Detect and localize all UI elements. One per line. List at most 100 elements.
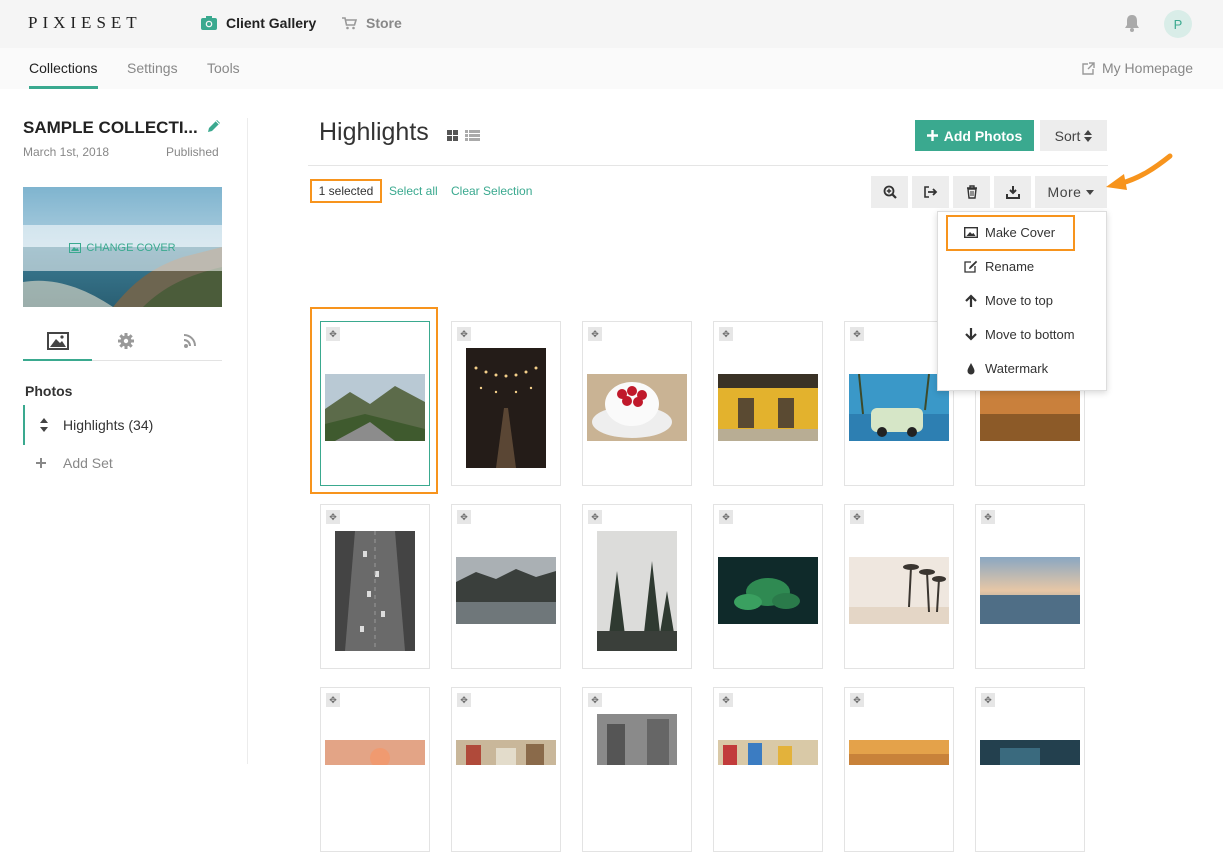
sort-handle-icon[interactable] (39, 418, 49, 432)
photo-thumbnail (597, 531, 677, 651)
image-icon (69, 243, 82, 253)
photo-card[interactable]: ✥ (320, 504, 430, 669)
zoom-button[interactable] (871, 176, 908, 208)
photo-card[interactable]: ✥ (844, 504, 954, 669)
menu-item-label: Move to top (985, 293, 1053, 308)
photo-card[interactable]: ✥ (713, 321, 823, 486)
nav-store[interactable]: Store (342, 15, 402, 31)
edit-icon (964, 260, 978, 273)
move-handle-icon[interactable]: ✥ (719, 327, 733, 341)
photo-card[interactable]: ✥ (975, 687, 1085, 852)
photo-thumbnail (456, 740, 556, 765)
photo-card[interactable]: ✥ (582, 687, 692, 852)
photo-card[interactable]: ✥ (451, 687, 561, 852)
cover-image[interactable]: CHANGE COVER (23, 187, 222, 307)
sort-icon (1084, 129, 1093, 142)
delete-button[interactable] (953, 176, 990, 208)
avatar[interactable]: P (1164, 10, 1192, 38)
move-to-icon (923, 186, 937, 198)
move-handle-icon[interactable]: ✥ (457, 510, 471, 524)
my-homepage-link[interactable]: My Homepage (1082, 60, 1193, 76)
photo-card[interactable]: ✥ (320, 321, 430, 486)
top-bar: PIXIESET Client Gallery Store P (0, 0, 1223, 48)
collection-name: SAMPLE COLLECTI... (23, 118, 198, 137)
photo-thumbnail (718, 740, 818, 765)
photo-card[interactable]: ✥ (451, 504, 561, 669)
set-item-highlights[interactable]: Highlights (34) (23, 405, 223, 445)
photo-card[interactable]: ✥ (582, 504, 692, 669)
move-handle-icon[interactable]: ✥ (981, 693, 995, 707)
grid-view-icon[interactable] (447, 130, 481, 141)
move-handle-icon[interactable]: ✥ (588, 327, 602, 341)
move-handle-icon[interactable]: ✥ (719, 693, 733, 707)
tab-tools[interactable]: Tools (207, 60, 240, 76)
photo-thumbnail (849, 557, 949, 624)
select-all-link[interactable]: Select all (389, 184, 438, 198)
move-handle-icon[interactable]: ✥ (457, 693, 471, 707)
nav-client-gallery-label: Client Gallery (226, 15, 317, 31)
photo-card[interactable]: ✥ (582, 321, 692, 486)
trash-icon (966, 185, 977, 199)
photo-thumbnail (587, 374, 687, 441)
photo-thumbnail (980, 557, 1080, 624)
photo-card[interactable]: ✥ (844, 687, 954, 852)
photo-thumbnail (849, 740, 949, 765)
photo-thumbnail (335, 531, 415, 651)
photo-card[interactable]: ✥ (451, 321, 561, 486)
photos-tab-icon[interactable] (47, 332, 69, 350)
move-handle-icon[interactable]: ✥ (588, 510, 602, 524)
photo-thumbnail (980, 740, 1080, 765)
move-handle-icon[interactable]: ✥ (326, 510, 340, 524)
tab-settings[interactable]: Settings (127, 60, 178, 76)
move-handle-icon[interactable]: ✥ (850, 510, 864, 524)
menu-item-label: Rename (985, 259, 1035, 274)
download-icon (1005, 186, 1020, 199)
gear-icon[interactable] (115, 332, 137, 350)
page-title: Highlights (319, 118, 429, 146)
pencil-icon[interactable] (206, 118, 222, 134)
photo-card[interactable]: ✥ (320, 687, 430, 852)
change-cover-button[interactable]: CHANGE COVER (23, 225, 222, 271)
move-handle-icon[interactable]: ✥ (326, 327, 340, 341)
menu-item-label: Make Cover (985, 225, 1056, 240)
nav-client-gallery[interactable]: Client Gallery (201, 15, 316, 31)
rss-icon[interactable] (180, 332, 202, 350)
photo-thumbnail (597, 714, 677, 765)
sort-button[interactable]: Sort (1040, 120, 1107, 151)
menu-item-move-to-bottom[interactable]: Move to bottom (964, 327, 1075, 342)
menu-item-watermark[interactable]: Watermark (964, 361, 1048, 376)
move-handle-icon[interactable]: ✥ (588, 693, 602, 707)
logo[interactable]: PIXIESET (28, 13, 142, 33)
move-handle-icon[interactable]: ✥ (850, 327, 864, 341)
photo-card[interactable]: ✥ (975, 504, 1085, 669)
move-button[interactable] (912, 176, 949, 208)
drop-icon (967, 363, 975, 375)
move-handle-icon[interactable]: ✥ (981, 510, 995, 524)
photo-thumbnail (466, 348, 546, 468)
menu-item-move-to-top[interactable]: Move to top (964, 293, 1053, 308)
more-label: More (1047, 184, 1082, 200)
bell-icon[interactable] (1122, 13, 1142, 33)
photo-thumbnail (456, 557, 556, 624)
photo-thumbnail (718, 374, 818, 441)
menu-item-make-cover[interactable]: Make Cover (964, 225, 1055, 240)
clear-selection-link[interactable]: Clear Selection (451, 184, 532, 198)
sort-label: Sort (1054, 127, 1081, 144)
zoom-in-icon (883, 185, 897, 199)
more-button[interactable]: More (1035, 176, 1107, 208)
photo-card[interactable]: ✥ (713, 504, 823, 669)
move-handle-icon[interactable]: ✥ (719, 510, 733, 524)
add-set-button[interactable]: Add Set (35, 455, 113, 471)
photo-thumbnail (718, 557, 818, 624)
download-button[interactable] (994, 176, 1031, 208)
menu-item-label: Watermark (985, 361, 1049, 376)
move-handle-icon[interactable]: ✥ (326, 693, 340, 707)
add-photos-button[interactable]: Add Photos (915, 120, 1034, 151)
move-handle-icon[interactable]: ✥ (850, 693, 864, 707)
menu-item-rename[interactable]: Rename (964, 259, 1034, 274)
photo-card[interactable]: ✥ (713, 687, 823, 852)
tab-collections[interactable]: Collections (29, 60, 97, 76)
cart-icon (342, 16, 357, 29)
move-handle-icon[interactable]: ✥ (457, 327, 471, 341)
photo-thumbnail (325, 374, 425, 441)
